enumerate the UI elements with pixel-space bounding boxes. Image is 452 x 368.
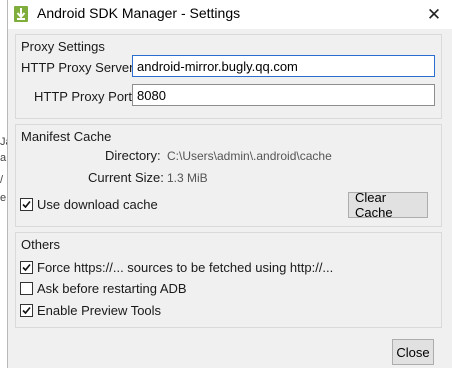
checkmark-icon bbox=[22, 200, 31, 209]
http-proxy-server-label: HTTP Proxy Server bbox=[21, 60, 134, 75]
close-icon: ✕ bbox=[426, 4, 442, 24]
sdk-manager-icon bbox=[13, 5, 29, 23]
use-download-cache-checkbox[interactable]: Use download cache bbox=[20, 197, 158, 212]
background-text: / bbox=[0, 174, 4, 186]
checkbox-box[interactable] bbox=[20, 304, 33, 317]
http-proxy-server-input[interactable] bbox=[132, 55, 435, 77]
ask-before-restarting-adb-checkbox[interactable]: Ask before restarting ADB bbox=[20, 281, 187, 296]
close-button[interactable]: Close bbox=[392, 339, 434, 365]
checkbox-box[interactable] bbox=[20, 198, 33, 211]
others-group: Others Force https://... sources to be f… bbox=[15, 232, 442, 328]
checkmark-icon bbox=[22, 306, 31, 315]
proxy-settings-group: Proxy Settings HTTP Proxy Server HTTP Pr… bbox=[15, 34, 442, 119]
others-title: Others bbox=[21, 237, 61, 252]
checkmark-icon bbox=[22, 263, 31, 272]
directory-value: C:\Users\admin\.android\cache bbox=[167, 149, 332, 163]
background-text: e bbox=[0, 192, 7, 204]
manifest-cache-group: Manifest Cache Directory: C:\Users\admin… bbox=[15, 124, 442, 227]
use-download-cache-label: Use download cache bbox=[37, 197, 158, 212]
clear-cache-button[interactable]: Clear Cache bbox=[348, 190, 428, 220]
proxy-settings-title: Proxy Settings bbox=[21, 39, 105, 54]
http-proxy-port-label: HTTP Proxy Port bbox=[34, 89, 133, 104]
force-https-checkbox[interactable]: Force https://... sources to be fetched … bbox=[20, 260, 333, 275]
checkbox-box[interactable] bbox=[20, 282, 33, 295]
ask-before-restarting-adb-label: Ask before restarting ADB bbox=[37, 281, 187, 296]
window-close-button[interactable]: ✕ bbox=[415, 0, 452, 29]
force-https-label: Force https://... sources to be fetched … bbox=[37, 260, 334, 275]
current-size-value: 1.3 MiB bbox=[167, 171, 208, 185]
settings-dialog: Android SDK Manager - Settings ✕ Proxy S… bbox=[7, 0, 452, 368]
http-proxy-port-input[interactable] bbox=[132, 84, 435, 106]
manifest-cache-title: Manifest Cache bbox=[21, 129, 112, 144]
current-size-label: Current Size: bbox=[88, 170, 164, 185]
checkbox-box[interactable] bbox=[20, 261, 33, 274]
window-title: Android SDK Manager - Settings bbox=[37, 5, 241, 21]
enable-preview-tools-checkbox[interactable]: Enable Preview Tools bbox=[20, 303, 161, 318]
directory-label: Directory: bbox=[105, 148, 161, 163]
title-bar[interactable]: Android SDK Manager - Settings ✕ bbox=[8, 0, 452, 29]
background-text: a bbox=[0, 152, 7, 164]
enable-preview-tools-label: Enable Preview Tools bbox=[37, 303, 162, 318]
